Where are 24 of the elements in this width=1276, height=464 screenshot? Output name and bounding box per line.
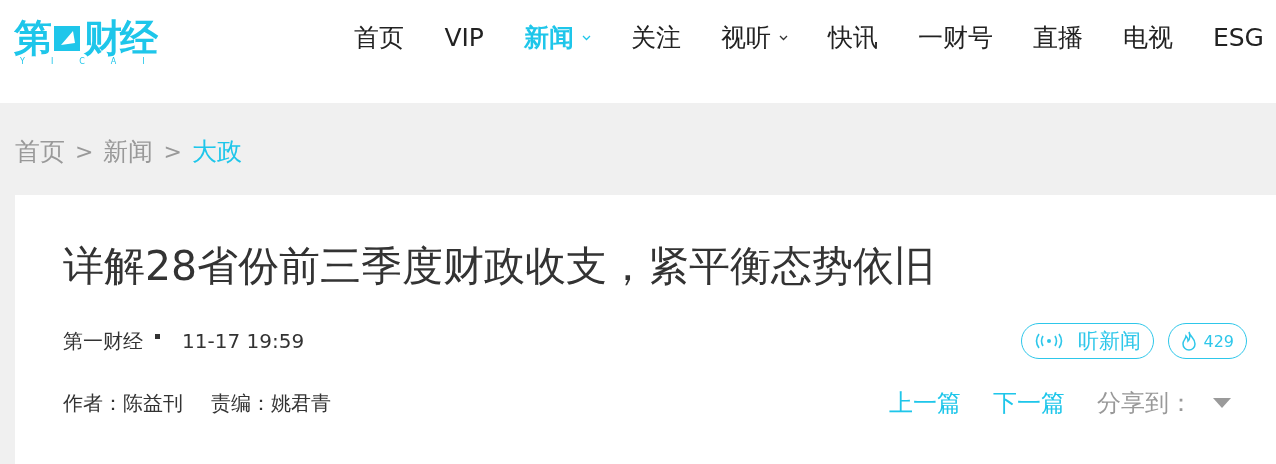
logo-text: 财经	[84, 17, 156, 58]
flame-icon	[1181, 331, 1198, 351]
chevron-down-icon	[581, 34, 591, 41]
editor: 责编：姚君青	[211, 389, 331, 417]
broadcast-icon	[1034, 332, 1065, 350]
nav-tab[interactable]: 一财号	[917, 21, 993, 54]
nav-tab[interactable]: 首页	[354, 21, 405, 54]
author: 作者：陈益刊	[63, 389, 183, 417]
logo-text: 第	[14, 17, 50, 58]
nav-tab[interactable]: 视听	[720, 21, 788, 54]
nav-tab[interactable]: VIP	[444, 23, 484, 52]
nav-tab[interactable]: 快讯	[827, 21, 878, 54]
nav-tab[interactable]: 关注	[630, 21, 681, 54]
publish-time: 11-17 19:59	[182, 329, 305, 353]
article-title: 详解28省份前三季度财政收支，紧平衡态势依旧	[63, 241, 937, 292]
article-source: 第一财经	[63, 327, 143, 355]
nav-tab[interactable]: ESG	[1212, 23, 1264, 52]
logo-subtitle: YICAI	[20, 57, 171, 66]
chevron-down-icon	[778, 34, 788, 41]
nav-tab[interactable]: 直播	[1032, 21, 1083, 54]
breadcrumb-separator: >	[163, 138, 182, 164]
caret-down-icon	[1213, 398, 1231, 408]
breadcrumb-separator: >	[75, 138, 94, 164]
nav-tab[interactable]: 电视	[1122, 21, 1173, 54]
